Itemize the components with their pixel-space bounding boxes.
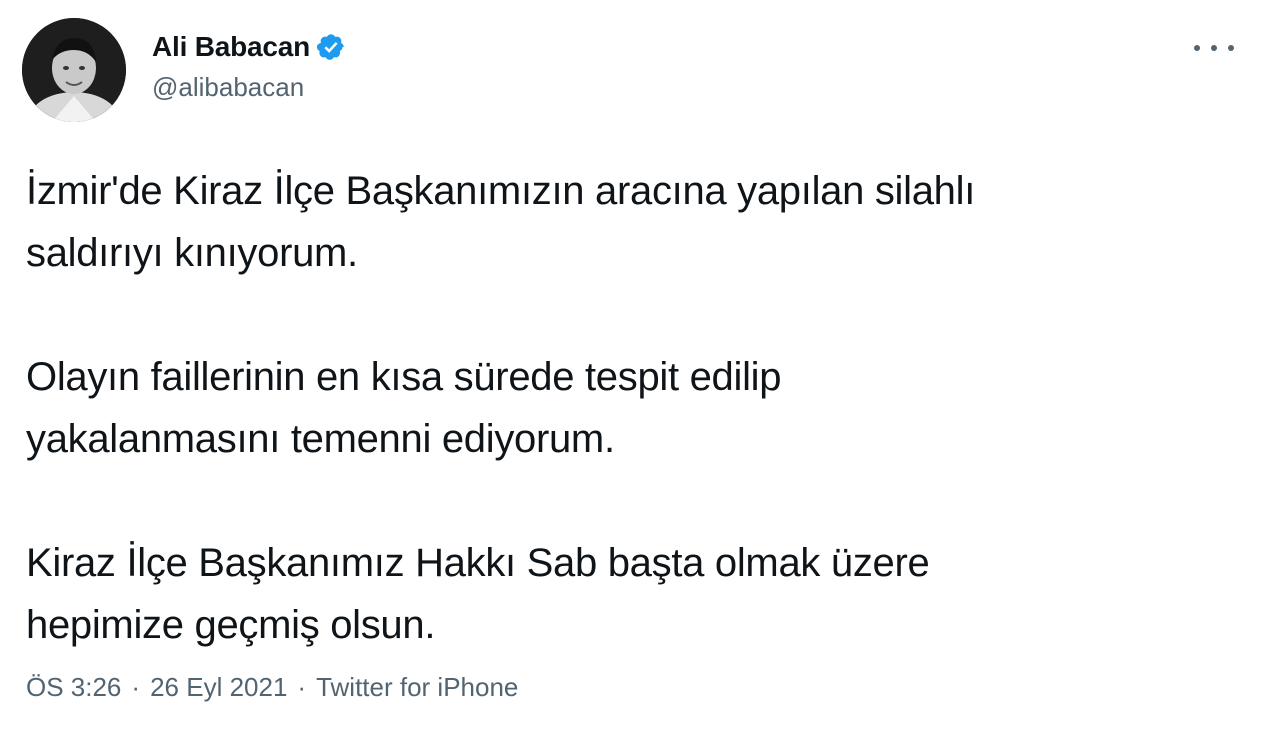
tweet-paragraph: Kiraz İlçe Başkanımız Hakkı Sab başta ol…: [26, 532, 1246, 656]
avatar[interactable]: [22, 18, 126, 122]
author-block: Ali Babacan @alibabacan: [152, 28, 346, 103]
tweet-line: Kiraz İlçe Başkanımız Hakkı Sab başta ol…: [26, 541, 930, 585]
tweet-source[interactable]: Twitter for iPhone: [316, 672, 518, 703]
more-dot: [1211, 45, 1217, 51]
tweet-line: yakalanmasını temenni ediyorum.: [26, 417, 615, 461]
tweet-card: Ali Babacan @alibabacan İzmir'de Kiraz İ…: [0, 0, 1280, 735]
tweet-line: Olayın faillerinin en kısa sürede tespit…: [26, 355, 782, 399]
meta-separator: ·: [131, 672, 141, 702]
tweet-line: saldırıyı kınıyorum.: [26, 231, 358, 275]
more-dot: [1228, 45, 1234, 51]
handle[interactable]: @alibabacan: [152, 72, 346, 103]
tweet-paragraph: İzmir'de Kiraz İlçe Başkanımızın aracına…: [26, 160, 1246, 284]
tweet-line: hepimize geçmiş olsun.: [26, 603, 436, 647]
more-dot: [1194, 45, 1200, 51]
display-name[interactable]: Ali Babacan: [152, 31, 310, 63]
meta-separator: ·: [297, 672, 307, 702]
profile-photo-icon: [22, 18, 126, 122]
tweet-line: İzmir'de Kiraz İlçe Başkanımızın aracına…: [26, 169, 976, 213]
name-row: Ali Babacan: [152, 28, 346, 66]
verified-badge-icon: [316, 32, 346, 62]
more-options-icon[interactable]: [1194, 36, 1234, 60]
tweet-date[interactable]: 26 Eyl 2021: [150, 672, 287, 703]
tweet-paragraph: Olayın faillerinin en kısa sürede tespit…: [26, 346, 1246, 470]
tweet-meta: ÖS 3:26 · 26 Eyl 2021 · Twitter for iPho…: [26, 672, 518, 703]
tweet-time[interactable]: ÖS 3:26: [26, 672, 121, 703]
tweet-text: İzmir'de Kiraz İlçe Başkanımızın aracına…: [26, 160, 1246, 656]
